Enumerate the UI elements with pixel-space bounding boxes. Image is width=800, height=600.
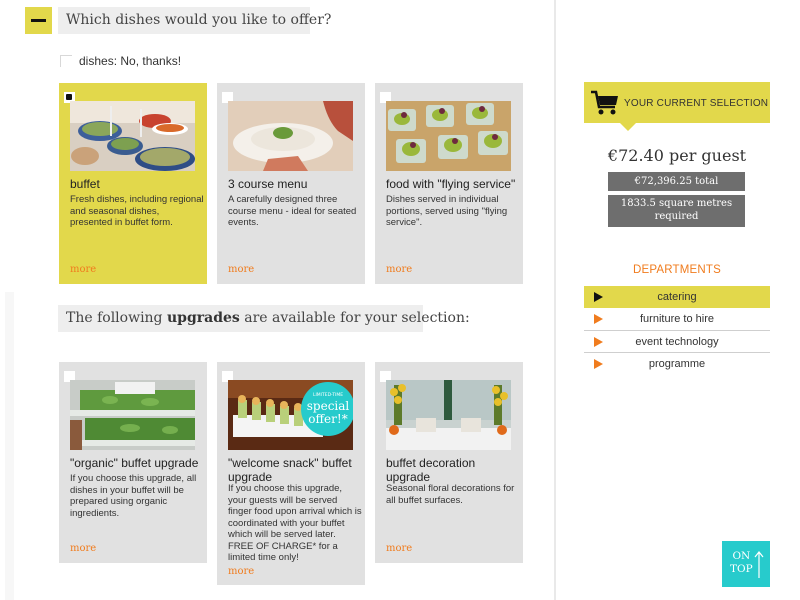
section-title: Which dishes would you like to offer? (58, 7, 331, 34)
plated-dish-photo (228, 101, 353, 171)
card-description: Dishes served in individual portions, se… (386, 194, 508, 228)
back-to-top-button[interactable]: ON TOP (722, 541, 770, 587)
dishes-opt-out[interactable]: dishes: No, thanks! (60, 54, 181, 68)
department-label: furniture to hire (640, 313, 714, 325)
more-link[interactable]: more (228, 566, 254, 577)
more-link[interactable]: more (70, 543, 96, 554)
card-title: 3 course menu (228, 177, 308, 191)
more-link[interactable]: more (70, 264, 96, 275)
column-divider (554, 0, 556, 600)
total-price: €72,396.25 total (608, 172, 745, 191)
current-selection-label: YOUR CURRENT SELECTION (624, 98, 769, 109)
opt-out-checkbox[interactable] (60, 55, 72, 67)
departments-nav: catering furniture to hire event technol… (584, 286, 770, 376)
card-title: "organic" buffet upgrade (70, 456, 199, 470)
glass-bowls-photo (386, 101, 511, 171)
back-to-top-label: ON TOP (730, 550, 753, 576)
card-title: food with "flying service" (386, 177, 516, 191)
back-to-top-line2: TOP (730, 563, 753, 575)
more-link[interactable]: more (228, 264, 254, 275)
upgrade-card-buffet-decoration[interactable]: buffet decoration upgrade Seasonal flora… (375, 362, 523, 563)
current-selection-header: YOUR CURRENT SELECTION (584, 82, 770, 131)
department-item-event-technology[interactable]: event technology (584, 331, 770, 353)
collapse-section-button[interactable] (25, 7, 52, 34)
upgrades-title-emphasis: upgrades (166, 310, 240, 326)
card-description: If you choose this upgrade, your guests … (228, 483, 362, 563)
department-item-catering[interactable]: catering (584, 286, 770, 308)
badge-line1: LIMITED-TIME (313, 392, 343, 398)
more-link[interactable]: more (386, 264, 412, 275)
departments-title: DEPARTMENTS (632, 264, 722, 276)
more-link[interactable]: more (386, 543, 412, 554)
area-required: 1833.5 square metres required (608, 195, 745, 227)
card-title: "welcome snack" buffet upgrade (228, 456, 352, 484)
department-item-furniture[interactable]: furniture to hire (584, 308, 770, 331)
organic-greens-photo (70, 380, 195, 450)
upgrade-card-welcome-snack[interactable]: LIMITED-TIME special offer!* "welcome sn… (217, 362, 365, 585)
play-arrow-icon (594, 359, 603, 369)
minus-icon (31, 19, 46, 22)
dish-card-3-course-menu[interactable]: 3 course menu A carefully designed three… (217, 83, 365, 284)
opt-out-label: dishes: No, thanks! (79, 54, 182, 68)
card-title: buffet decoration upgrade (386, 456, 476, 484)
play-arrow-icon (594, 292, 603, 302)
play-arrow-icon (594, 314, 603, 324)
price-per-guest: €72.40 per guest (607, 146, 747, 165)
badge-line2: special (307, 399, 350, 413)
card-description: Seasonal floral decorations for all buff… (386, 483, 515, 506)
left-gutter (5, 292, 14, 600)
dish-card-buffet[interactable]: buffet Fresh dishes, including regional … (59, 83, 207, 284)
upgrade-card-organic[interactable]: "organic" buffet upgrade If you choose t… (59, 362, 207, 563)
buffet-photo (70, 101, 195, 171)
play-arrow-icon (594, 336, 603, 347)
finger-food-photo: LIMITED-TIME special offer!* (228, 380, 353, 450)
card-description: Fresh dishes, including regional and sea… (70, 194, 204, 228)
upgrades-title-prefix: The following (66, 310, 167, 326)
card-title: buffet (70, 177, 100, 191)
card-description: If you choose this upgrade, all dishes i… (70, 473, 197, 519)
department-item-programme[interactable]: programme (584, 353, 770, 376)
card-description: A carefully designed three course menu -… (228, 194, 357, 228)
upgrades-title-suffix: are available for your selection: (239, 310, 470, 326)
dish-card-flying-service[interactable]: food with "flying service" Dishes served… (375, 83, 523, 284)
department-label: event technology (635, 335, 719, 348)
badge-line3: offer!* (308, 412, 347, 426)
arrow-up-icon (754, 551, 764, 578)
back-to-top-line1: ON (732, 550, 751, 562)
upgrades-title: The following upgrades are available for… (58, 305, 470, 332)
shopping-cart-icon (591, 90, 619, 116)
floral-decoration-photo (386, 380, 511, 450)
department-label: catering (657, 291, 697, 303)
department-label: programme (648, 358, 706, 370)
